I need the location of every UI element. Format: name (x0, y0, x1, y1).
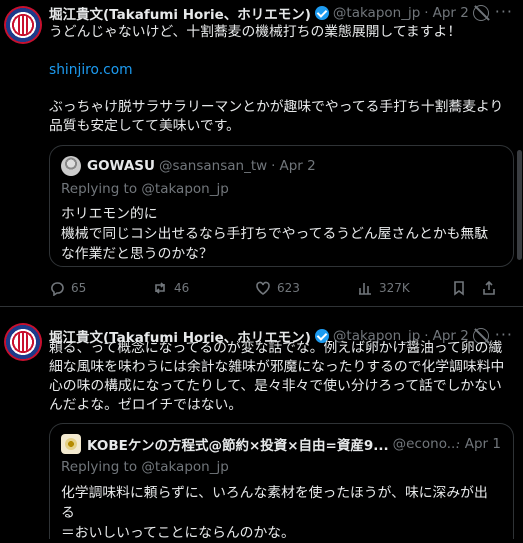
quoted-text: ホリエモン的に 機械で同じコシ出せるなら手打ちでやってるうどん屋さんとかも無駄 … (61, 204, 501, 264)
quoted-date-value: Apr 1 (464, 436, 501, 452)
reply-icon (51, 282, 64, 296)
reply-count: 65 (71, 281, 87, 295)
tweet-text-line: ぶっちゃけ脱サラサラリーマンとかが趣味でやってる手打ち十割蕎麦より (49, 99, 504, 115)
quoted-tweet-header: GOWASU @sansansan_tw · Apr 2 (61, 156, 316, 176)
share-icon (483, 280, 495, 295)
quoted-date: Apr 2 (279, 158, 316, 174)
scrollbar[interactable] (517, 150, 522, 260)
replying-to: Replying to @takapon_jp (61, 459, 229, 475)
repost-count: 46 (174, 281, 190, 295)
like-count: 623 (277, 281, 300, 295)
author-handle[interactable]: @takapon_jp (333, 5, 420, 21)
tweet-date[interactable]: Apr 2 (433, 5, 469, 21)
quoted-text-line: 化学調味料に頼らずに、いろんな素材を使ったほうが、味に深みが出る (61, 485, 488, 521)
repost-button[interactable]: 46 (152, 278, 189, 298)
tweet[interactable]: 堀江貴文(Takafumi Horie、ホリエモン) @takapon_jp ·… (0, 0, 523, 307)
quoted-author-handle: @econo... (392, 436, 460, 452)
share-button[interactable] (481, 278, 503, 298)
tweet-text-line: うどんじゃないけど、十割蕎麦の機械打ちの業態展開してますよ！ (49, 24, 462, 40)
tweet-link[interactable]: shinjiro.com (49, 60, 511, 80)
quoted-tweet-header: KOBEケンの方程式@節約×投資×自由=資産9... @econo... · A… (61, 434, 501, 454)
tweet-text-line: 細な風味を味わうには余計な雑味が邪魔になったりするので化学調味料中 (49, 359, 505, 375)
avatar[interactable] (4, 6, 42, 44)
quoted-author-name: KOBEケンの方程式@節約×投資×自由=資産9... (87, 438, 389, 454)
quoted-avatar (61, 156, 81, 176)
tweet-text-line: 心の味の構成になってたりして、是々非々で使い分けろって話でしかない (49, 378, 502, 394)
tweet-header: 堀江貴文(Takafumi Horie、ホリエモン) @takapon_jp ·… (49, 3, 469, 23)
reply-button[interactable]: 65 (49, 278, 86, 298)
repost-icon (155, 282, 165, 294)
author-name[interactable]: 堀江貴文(Takafumi Horie、ホリエモン) (49, 3, 311, 23)
grok-icon[interactable] (473, 5, 489, 21)
verified-badge-icon (314, 6, 329, 20)
action-bar: 65 46 623 327K (49, 278, 513, 298)
quoted-date: · Apr 1 (456, 436, 501, 452)
bookmark-icon (454, 281, 464, 296)
bookmark-button[interactable] (451, 278, 473, 298)
quoted-text-line: ＝おいしいってことにならんのかな。 (61, 525, 295, 541)
views-icon (359, 283, 371, 295)
tweet-text-line: んだよな。ゼロイチではない。 (49, 397, 243, 413)
tweet[interactable]: 堀江貴文(Takafumi Horie、ホリエモン) @takapon_jp ·… (0, 307, 523, 541)
separator: · (456, 436, 461, 452)
views-count: 327K (379, 281, 410, 295)
quoted-author-name: GOWASU (87, 158, 155, 174)
quoted-text-line: な作業だと思うのかな？ (61, 246, 213, 262)
quoted-text-line: ホリエモン的に (61, 206, 158, 222)
quoted-tweet[interactable]: GOWASU @sansansan_tw · Apr 2 Replying to… (49, 145, 514, 267)
more-icon[interactable]: ··· (495, 2, 513, 21)
quoted-tweet[interactable]: KOBEケンの方程式@節約×投資×自由=資産9... @econo... · A… (49, 423, 514, 541)
quoted-text: 化学調味料に頼らずに、いろんな素材を使ったほうが、味に深みが出る ＝おいしいって… (61, 483, 501, 543)
replying-to: Replying to @takapon_jp (61, 181, 229, 197)
tweet-text-line: 頼る、って概念になってるのが変な話でな。例えば卵かけ醤油って卵の繊 (49, 340, 503, 356)
quoted-text-line: 機械で同じコシ出せるなら手打ちでやってるうどん屋さんとかも無駄 (61, 226, 489, 242)
views-button[interactable]: 327K (357, 278, 410, 298)
separator: · (424, 5, 429, 21)
tweet-text-line: 品質も安定してて美味いです。 (49, 118, 240, 134)
like-button[interactable]: 623 (255, 278, 300, 298)
separator: · (271, 158, 276, 174)
like-icon (256, 281, 270, 295)
quoted-avatar (61, 434, 81, 454)
quoted-author-handle: @sansansan_tw (158, 158, 268, 174)
avatar[interactable] (4, 323, 42, 361)
